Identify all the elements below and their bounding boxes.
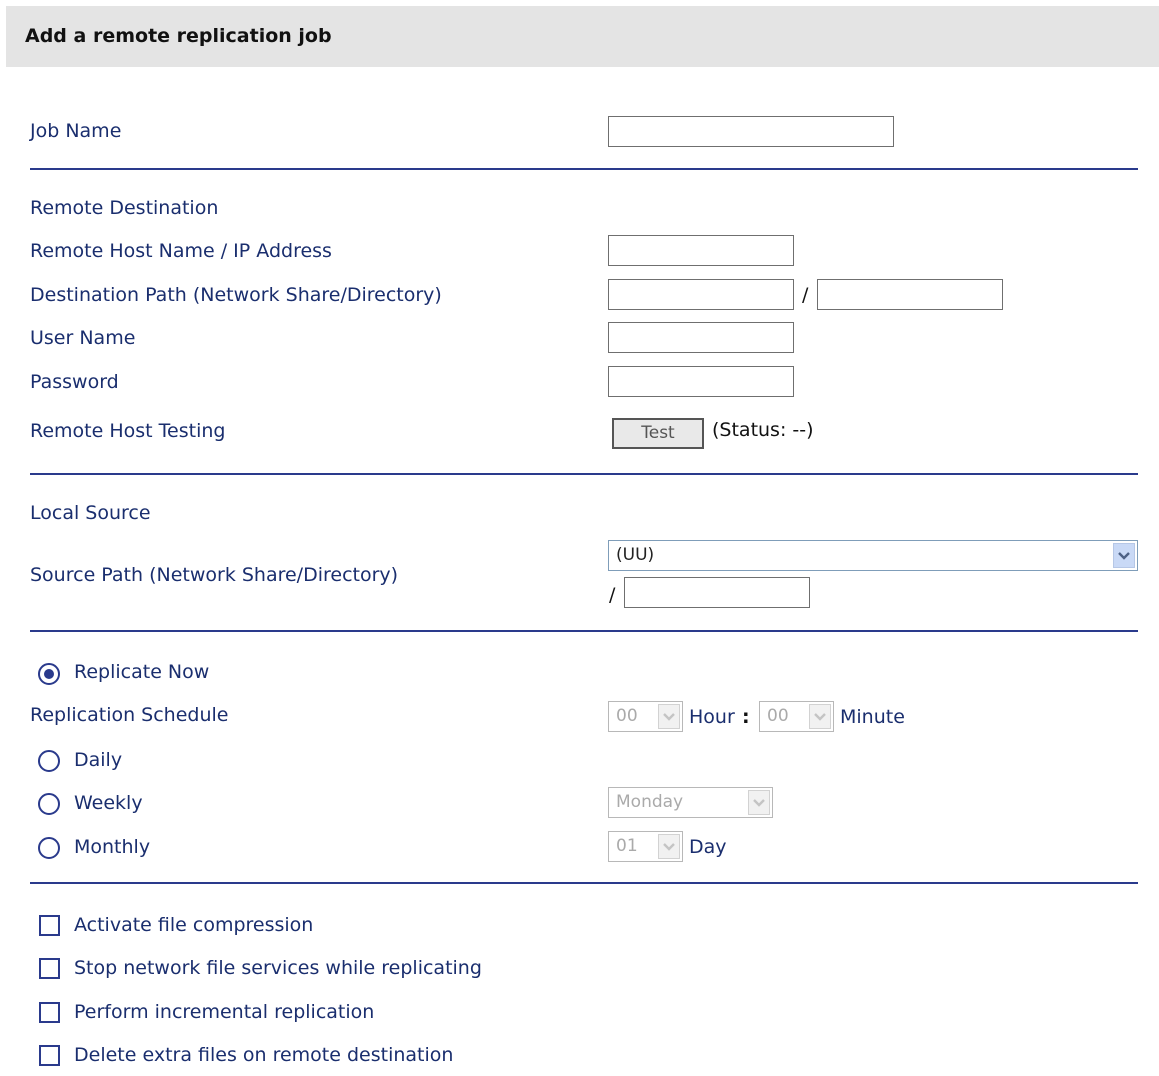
- divider: [30, 168, 1138, 170]
- chevron-down-icon[interactable]: [658, 704, 680, 729]
- test-status-text: (Status: --): [712, 419, 814, 441]
- divider: [30, 473, 1138, 475]
- password-input[interactable]: [608, 366, 794, 397]
- time-separator: :: [742, 706, 750, 728]
- source-share-value: (UU): [616, 545, 655, 565]
- stop-services-label: Stop network file services while replica…: [74, 957, 482, 979]
- daily-radio[interactable]: [38, 750, 60, 772]
- daily-label: Daily: [74, 749, 123, 771]
- compression-label: Activate file compression: [74, 914, 314, 936]
- monthly-radio[interactable]: [38, 837, 60, 859]
- divider: [30, 630, 1138, 632]
- source-share-select[interactable]: (UU): [608, 540, 1138, 571]
- page-title: Add a remote replication job: [6, 6, 1159, 67]
- weekly-radio[interactable]: [38, 793, 60, 815]
- job-name-label: Job Name: [30, 120, 122, 142]
- replication-schedule-label: Replication Schedule: [30, 704, 229, 726]
- divider: [30, 882, 1138, 884]
- destination-directory-input[interactable]: [817, 279, 1003, 310]
- day-label: Day: [689, 836, 727, 858]
- hour-select[interactable]: 00: [608, 701, 683, 732]
- monthly-label: Monthly: [74, 836, 151, 858]
- chevron-down-icon[interactable]: [658, 834, 680, 859]
- replicate-now-label: Replicate Now: [74, 661, 210, 683]
- delete-extra-checkbox[interactable]: [39, 1045, 60, 1066]
- weekday-select[interactable]: Monday: [608, 787, 773, 818]
- destination-path-label: Destination Path (Network Share/Director…: [30, 284, 442, 306]
- day-select[interactable]: 01: [608, 831, 683, 862]
- weekly-label: Weekly: [74, 792, 143, 814]
- user-name-label: User Name: [30, 327, 136, 349]
- source-path-label: Source Path (Network Share/Directory): [30, 564, 399, 586]
- local-source-heading: Local Source: [30, 502, 151, 524]
- weekday-value: Monday: [616, 792, 684, 812]
- stop-services-checkbox[interactable]: [39, 958, 60, 979]
- hour-label: Hour: [689, 706, 735, 728]
- chevron-down-icon[interactable]: [809, 704, 831, 729]
- remote-host-label: Remote Host Name / IP Address: [30, 240, 332, 262]
- incremental-checkbox[interactable]: [39, 1002, 60, 1023]
- day-value: 01: [616, 836, 638, 856]
- delete-extra-label: Delete extra files on remote destination: [74, 1044, 454, 1066]
- source-path-separator: /: [609, 584, 616, 606]
- remote-destination-heading: Remote Destination: [30, 197, 219, 219]
- test-button[interactable]: Test: [612, 418, 704, 449]
- user-name-input[interactable]: [608, 322, 794, 353]
- chevron-down-icon[interactable]: [1113, 543, 1135, 568]
- chevron-down-icon[interactable]: [748, 790, 770, 815]
- path-separator: /: [802, 284, 809, 306]
- minute-select[interactable]: 00: [759, 701, 834, 732]
- compression-checkbox[interactable]: [39, 915, 60, 936]
- replicate-now-radio[interactable]: [38, 663, 60, 685]
- password-label: Password: [30, 371, 119, 393]
- remote-host-testing-label: Remote Host Testing: [30, 420, 226, 442]
- remote-host-input[interactable]: [608, 235, 794, 266]
- source-directory-input[interactable]: [624, 577, 810, 608]
- job-name-input[interactable]: [608, 116, 894, 147]
- hour-value: 00: [616, 706, 638, 726]
- minute-label: Minute: [840, 706, 905, 728]
- radio-selected-dot: [44, 669, 54, 679]
- incremental-label: Perform incremental replication: [74, 1001, 375, 1023]
- destination-share-input[interactable]: [608, 279, 794, 310]
- minute-value: 00: [767, 706, 789, 726]
